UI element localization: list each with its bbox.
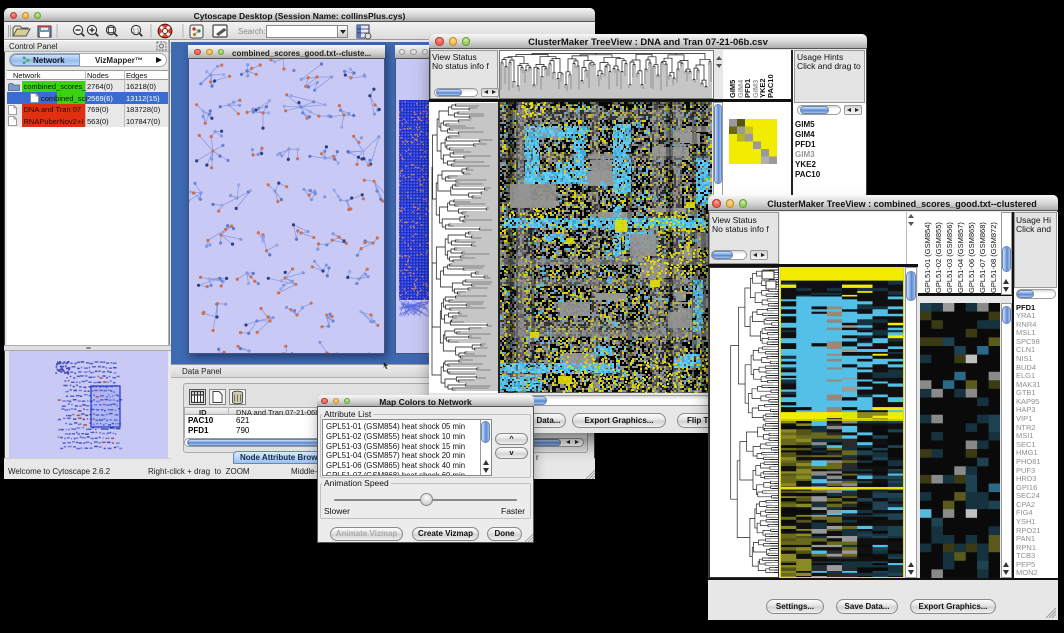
svg-text:1:1: 1:1	[133, 29, 140, 35]
